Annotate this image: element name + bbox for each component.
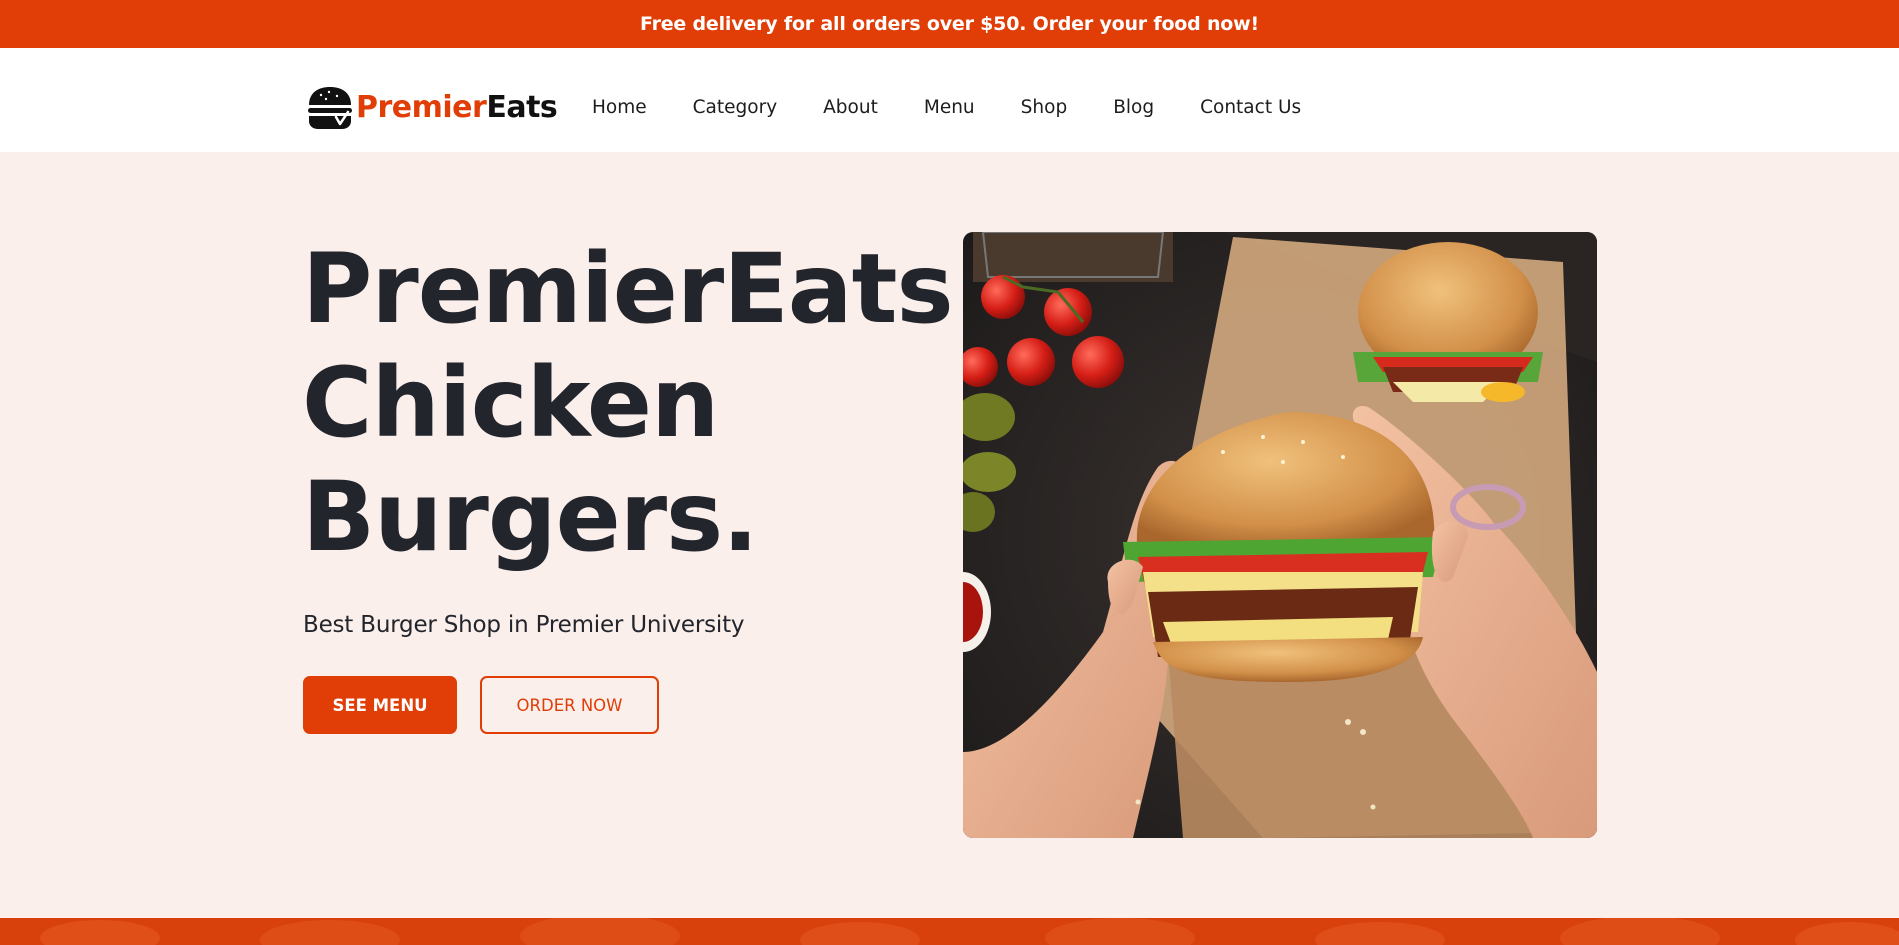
food-pattern-decoration xyxy=(0,918,1899,945)
hero-burger-image xyxy=(963,232,1597,838)
promo-banner: Free delivery for all orders over $50. O… xyxy=(0,0,1899,48)
nav-item-home: Home xyxy=(592,96,647,120)
brand-name-part-a: Premier xyxy=(356,90,487,125)
nav-item-shop: Shop xyxy=(1021,96,1068,120)
nav-item-contact: Contact Us xyxy=(1200,96,1301,120)
nav-link-shop[interactable]: Shop xyxy=(1021,96,1068,120)
burger-icon xyxy=(308,87,352,129)
nav-link-about[interactable]: About xyxy=(823,96,878,120)
navbar: PremierEats Home Category About Menu Sho… xyxy=(0,48,1899,152)
nav-link-menu[interactable]: Menu xyxy=(924,96,975,120)
brand-name: PremierEats xyxy=(356,86,558,130)
hero-subtitle: Best Burger Shop in Premier University xyxy=(303,612,745,638)
hero-title-line-3: Burgers. xyxy=(302,461,759,573)
nav-link-home[interactable]: Home xyxy=(592,96,647,120)
footer-pattern-strip xyxy=(0,918,1899,945)
nav-link-category[interactable]: Category xyxy=(693,96,778,120)
nav-item-category: Category xyxy=(693,96,778,120)
brand-logo[interactable]: PremierEats xyxy=(306,86,558,130)
nav-item-menu: Menu xyxy=(924,96,975,120)
nav-item-blog: Blog xyxy=(1113,96,1154,120)
brand-name-part-b: Eats xyxy=(486,90,558,125)
nav-link-blog[interactable]: Blog xyxy=(1113,96,1154,120)
main-nav: Home Category About Menu Shop Blog Conta… xyxy=(592,96,1347,120)
promo-text: Free delivery for all orders over $50. O… xyxy=(640,13,1259,35)
nav-item-about: About xyxy=(823,96,878,120)
hands-holding-burger-illustration xyxy=(963,232,1597,838)
hero-title-line-2: Chicken xyxy=(302,347,719,459)
see-menu-button[interactable]: SEE MENU xyxy=(303,676,457,734)
order-now-button[interactable]: ORDER NOW xyxy=(480,676,659,734)
hero-title-line-1: PremierEats xyxy=(302,233,954,345)
nav-link-contact-us[interactable]: Contact Us xyxy=(1200,96,1301,120)
hero-title: PremierEats Chicken Burgers. xyxy=(302,232,954,574)
